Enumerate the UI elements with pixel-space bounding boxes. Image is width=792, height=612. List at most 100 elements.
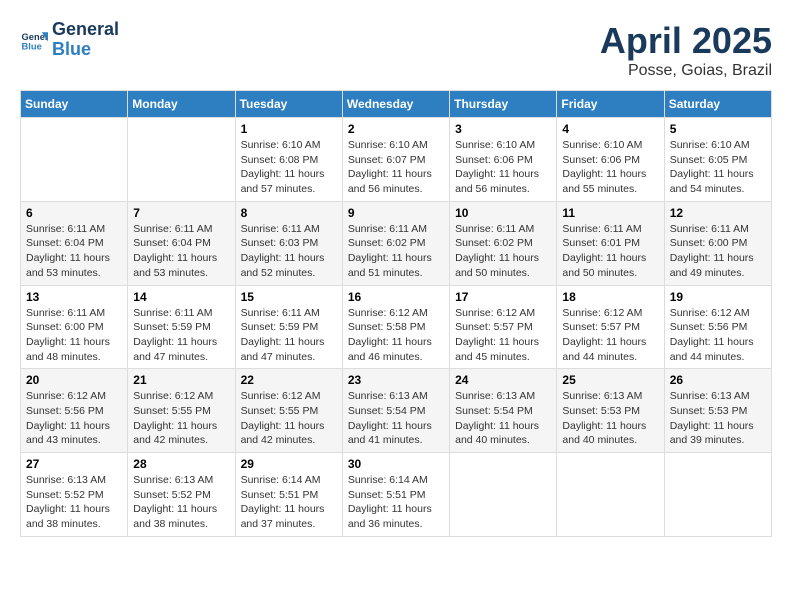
day-number: 22 xyxy=(241,373,337,387)
day-number: 4 xyxy=(562,122,658,136)
day-info: Sunrise: 6:12 AMSunset: 5:55 PMDaylight:… xyxy=(241,389,337,448)
day-info: Sunrise: 6:14 AMSunset: 5:51 PMDaylight:… xyxy=(241,473,337,532)
day-number: 2 xyxy=(348,122,444,136)
day-cell: 12 Sunrise: 6:11 AMSunset: 6:00 PMDayligh… xyxy=(664,201,771,285)
week-row-1: 1 Sunrise: 6:10 AMSunset: 6:08 PMDaylight… xyxy=(21,118,772,202)
day-number: 16 xyxy=(348,290,444,304)
day-number: 10 xyxy=(455,206,551,220)
day-cell: 4 Sunrise: 6:10 AMSunset: 6:06 PMDaylight… xyxy=(557,118,664,202)
day-cell: 30 Sunrise: 6:14 AMSunset: 5:51 PMDayligh… xyxy=(342,453,449,537)
day-info: Sunrise: 6:14 AMSunset: 5:51 PMDaylight:… xyxy=(348,473,444,532)
day-cell xyxy=(128,118,235,202)
day-number: 8 xyxy=(241,206,337,220)
day-info: Sunrise: 6:11 AMSunset: 6:00 PMDaylight:… xyxy=(26,306,122,365)
day-cell: 27 Sunrise: 6:13 AMSunset: 5:52 PMDayligh… xyxy=(21,453,128,537)
day-cell: 13 Sunrise: 6:11 AMSunset: 6:00 PMDayligh… xyxy=(21,285,128,369)
header-cell-saturday: Saturday xyxy=(664,91,771,118)
svg-text:Blue: Blue xyxy=(22,41,42,51)
day-info: Sunrise: 6:10 AMSunset: 6:08 PMDaylight:… xyxy=(241,138,337,197)
day-info: Sunrise: 6:12 AMSunset: 5:58 PMDaylight:… xyxy=(348,306,444,365)
day-number: 21 xyxy=(133,373,229,387)
week-row-3: 13 Sunrise: 6:11 AMSunset: 6:00 PMDayligh… xyxy=(21,285,772,369)
header-row: SundayMondayTuesdayWednesdayThursdayFrid… xyxy=(21,91,772,118)
day-number: 30 xyxy=(348,457,444,471)
logo-text: General Blue xyxy=(52,20,119,60)
logo-icon: General Blue xyxy=(20,26,48,54)
day-cell: 11Sunrise: 6:11 AMSunset: 6:01 PMDayligh… xyxy=(557,201,664,285)
day-info: Sunrise: 6:13 AMSunset: 5:54 PMDaylight:… xyxy=(348,389,444,448)
day-cell xyxy=(664,453,771,537)
day-cell: 2Sunrise: 6:10 AMSunset: 6:07 PMDaylight… xyxy=(342,118,449,202)
day-number: 26 xyxy=(670,373,766,387)
day-info: Sunrise: 6:13 AMSunset: 5:52 PMDaylight:… xyxy=(26,473,122,532)
day-cell: 6Sunrise: 6:11 AMSunset: 6:04 PMDaylight… xyxy=(21,201,128,285)
day-number: 9 xyxy=(348,206,444,220)
day-info: Sunrise: 6:11 AMSunset: 5:59 PMDaylight:… xyxy=(133,306,229,365)
day-cell: 17 Sunrise: 6:12 AMSunset: 5:57 PMDayligh… xyxy=(450,285,557,369)
day-number: 15 xyxy=(241,290,337,304)
day-info: Sunrise: 6:10 AMSunset: 6:06 PMDaylight:… xyxy=(562,138,658,197)
day-cell: 18Sunrise: 6:12 AMSunset: 5:57 PMDayligh… xyxy=(557,285,664,369)
day-number: 20 xyxy=(26,373,122,387)
day-cell: 25Sunrise: 6:13 AMSunset: 5:53 PMDayligh… xyxy=(557,369,664,453)
day-cell: 10 Sunrise: 6:11 AMSunset: 6:02 PMDayligh… xyxy=(450,201,557,285)
day-cell: 21 Sunrise: 6:12 AMSunset: 5:55 PMDayligh… xyxy=(128,369,235,453)
day-info: Sunrise: 6:11 AMSunset: 6:02 PMDaylight:… xyxy=(348,222,444,281)
week-row-5: 27 Sunrise: 6:13 AMSunset: 5:52 PMDayligh… xyxy=(21,453,772,537)
header-cell-thursday: Thursday xyxy=(450,91,557,118)
header-cell-wednesday: Wednesday xyxy=(342,91,449,118)
title-area: April 2025 Posse, Goias, Brazil xyxy=(600,20,772,80)
day-cell: 15 Sunrise: 6:11 AMSunset: 5:59 PMDayligh… xyxy=(235,285,342,369)
day-number: 27 xyxy=(26,457,122,471)
day-number: 23 xyxy=(348,373,444,387)
day-info: Sunrise: 6:11 AMSunset: 6:01 PMDaylight:… xyxy=(562,222,658,281)
day-info: Sunrise: 6:13 AMSunset: 5:53 PMDaylight:… xyxy=(562,389,658,448)
day-number: 6 xyxy=(26,206,122,220)
day-cell: 3Sunrise: 6:10 AMSunset: 6:06 PMDaylight… xyxy=(450,118,557,202)
day-info: Sunrise: 6:11 AMSunset: 6:04 PMDaylight:… xyxy=(133,222,229,281)
day-cell: 19 Sunrise: 6:12 AMSunset: 5:56 PMDayligh… xyxy=(664,285,771,369)
day-cell: 22 Sunrise: 6:12 AMSunset: 5:55 PMDayligh… xyxy=(235,369,342,453)
day-number: 19 xyxy=(670,290,766,304)
day-info: Sunrise: 6:12 AMSunset: 5:57 PMDaylight:… xyxy=(562,306,658,365)
day-info: Sunrise: 6:12 AMSunset: 5:57 PMDaylight:… xyxy=(455,306,551,365)
day-info: Sunrise: 6:11 AMSunset: 6:02 PMDaylight:… xyxy=(455,222,551,281)
location-subtitle: Posse, Goias, Brazil xyxy=(600,62,772,80)
day-info: Sunrise: 6:11 AMSunset: 6:00 PMDaylight:… xyxy=(670,222,766,281)
day-cell: 8 Sunrise: 6:11 AMSunset: 6:03 PMDaylight… xyxy=(235,201,342,285)
day-info: Sunrise: 6:11 AMSunset: 6:03 PMDaylight:… xyxy=(241,222,337,281)
day-cell: 9 Sunrise: 6:11 AMSunset: 6:02 PMDaylight… xyxy=(342,201,449,285)
logo: General Blue General Blue xyxy=(20,20,119,60)
day-number: 29 xyxy=(241,457,337,471)
day-number: 13 xyxy=(26,290,122,304)
day-cell: 16 Sunrise: 6:12 AMSunset: 5:58 PMDayligh… xyxy=(342,285,449,369)
week-row-4: 20Sunrise: 6:12 AMSunset: 5:56 PMDayligh… xyxy=(21,369,772,453)
header-cell-sunday: Sunday xyxy=(21,91,128,118)
day-cell xyxy=(21,118,128,202)
day-number: 14 xyxy=(133,290,229,304)
day-cell: 28 Sunrise: 6:13 AMSunset: 5:52 PMDayligh… xyxy=(128,453,235,537)
day-cell: 24Sunrise: 6:13 AMSunset: 5:54 PMDayligh… xyxy=(450,369,557,453)
day-info: Sunrise: 6:13 AMSunset: 5:52 PMDaylight:… xyxy=(133,473,229,532)
day-number: 3 xyxy=(455,122,551,136)
day-info: Sunrise: 6:13 AMSunset: 5:53 PMDaylight:… xyxy=(670,389,766,448)
header-cell-monday: Monday xyxy=(128,91,235,118)
day-info: Sunrise: 6:11 AMSunset: 5:59 PMDaylight:… xyxy=(241,306,337,365)
header-cell-tuesday: Tuesday xyxy=(235,91,342,118)
day-cell: 23 Sunrise: 6:13 AMSunset: 5:54 PMDayligh… xyxy=(342,369,449,453)
day-cell xyxy=(450,453,557,537)
day-number: 28 xyxy=(133,457,229,471)
day-cell: 5Sunrise: 6:10 AMSunset: 6:05 PMDaylight… xyxy=(664,118,771,202)
day-cell: 26 Sunrise: 6:13 AMSunset: 5:53 PMDayligh… xyxy=(664,369,771,453)
day-cell: 14 Sunrise: 6:11 AMSunset: 5:59 PMDayligh… xyxy=(128,285,235,369)
day-info: Sunrise: 6:12 AMSunset: 5:56 PMDaylight:… xyxy=(670,306,766,365)
day-number: 17 xyxy=(455,290,551,304)
day-number: 12 xyxy=(670,206,766,220)
week-row-2: 6 Sunrise: 6:11 AMSunset: 6:04 PMDaylight… xyxy=(21,201,772,285)
calendar-table: SundayMondayTuesdayWednesdayThursdayFrid… xyxy=(20,90,772,537)
day-info: Sunrise: 6:12 AMSunset: 5:55 PMDaylight:… xyxy=(133,389,229,448)
day-number: 1 xyxy=(241,122,337,136)
month-title: April 2025 xyxy=(600,20,772,62)
day-cell: 1 Sunrise: 6:10 AMSunset: 6:08 PMDaylight… xyxy=(235,118,342,202)
header: General Blue General Blue April 2025 Pos… xyxy=(20,20,772,80)
